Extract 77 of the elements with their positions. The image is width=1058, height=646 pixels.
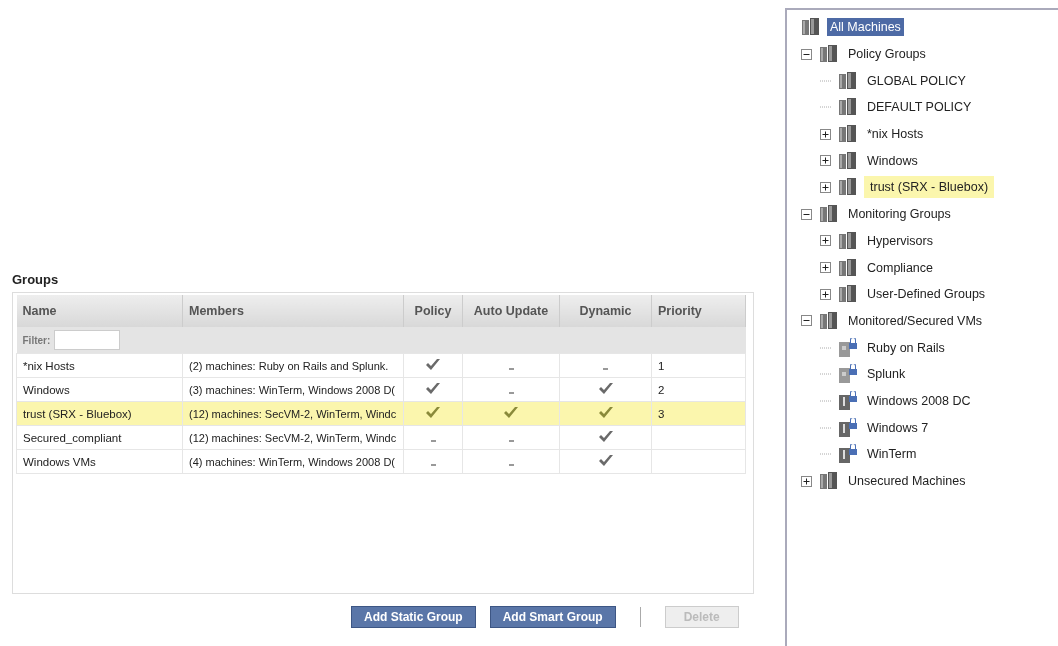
server-group-icon [801, 17, 821, 38]
table-cell: (12) machines: SecVM-2, WinTerm, Windc [182, 425, 404, 450]
locked-machine-icon [838, 337, 858, 358]
expander-icon[interactable] [820, 235, 831, 247]
server-group-icon [838, 257, 858, 278]
table-cell: trust (SRX - Bluebox) [16, 401, 183, 426]
tree-line [820, 453, 832, 456]
section-title: Groups [12, 272, 60, 289]
locked-machine-icon [838, 390, 858, 411]
expander-icon[interactable] [820, 128, 831, 140]
expander-icon[interactable] [801, 315, 812, 327]
table-cell: (2) machines: Ruby on Rails and Splunk. [182, 353, 404, 378]
tree-item[interactable]: GLOBAL POLICY [864, 71, 969, 90]
expander-icon[interactable] [820, 155, 831, 167]
expander-icon[interactable] [820, 288, 831, 300]
expander-icon[interactable] [820, 262, 831, 274]
table-cell: 2 [658, 383, 665, 396]
tree-line [820, 426, 832, 429]
table-cell: Secured_compliant [16, 425, 183, 450]
table-cell: (3) machines: WinTerm, Windows 2008 D( [182, 377, 404, 402]
tree-item[interactable]: Monitored/Secured VMs [845, 311, 986, 330]
tree-line [820, 399, 832, 402]
table-cell: *nix Hosts [16, 353, 183, 378]
tree-item[interactable]: trust (SRX - Bluebox) [864, 176, 995, 199]
locked-machine-icon [838, 417, 858, 438]
tree-line [820, 79, 832, 82]
tree-item[interactable]: Ruby on Rails [864, 338, 948, 357]
expander-icon[interactable] [801, 48, 812, 60]
server-group-icon [838, 124, 858, 145]
tree-item[interactable]: Monitoring Groups [845, 205, 954, 224]
table-cell: Windows VMs [16, 449, 183, 474]
tree-item[interactable]: *nix Hosts [864, 125, 927, 144]
expander-icon[interactable] [820, 181, 831, 193]
expander-icon[interactable] [801, 475, 812, 487]
tree-item[interactable]: Splunk [864, 365, 909, 384]
column-header[interactable]: Auto Update [462, 295, 560, 327]
column-header[interactable]: Dynamic [559, 295, 652, 327]
table-cell: 1 [658, 359, 665, 372]
filter-field[interactable] [54, 330, 121, 350]
server-group-icon [838, 230, 858, 251]
tree-item[interactable]: All Machines [827, 18, 904, 37]
server-group-icon [819, 204, 839, 225]
tree-item[interactable]: User-Defined Groups [864, 285, 989, 304]
tree-line [820, 373, 832, 376]
tree-item[interactable]: Windows [864, 151, 921, 170]
action-button[interactable]: Add Smart Group [489, 606, 616, 628]
filter-label: Filter: [22, 334, 51, 346]
table-cell: (12) machines: SecVM-2, WinTerm, Windc [182, 401, 404, 426]
tree-item[interactable]: WinTerm [864, 445, 920, 464]
column-header[interactable]: Priority [651, 295, 746, 327]
table-cell: 3 [658, 407, 665, 420]
server-group-icon [819, 44, 839, 65]
server-group-icon [838, 70, 858, 91]
tree-item[interactable]: DEFAULT POLICY [864, 98, 975, 117]
column-header[interactable]: Name [16, 295, 183, 327]
server-group-icon [838, 177, 858, 198]
server-group-icon [838, 284, 858, 305]
column-header[interactable]: Members [182, 295, 404, 327]
column-header[interactable]: Policy [403, 295, 463, 327]
tree-item[interactable]: Unsecured Machines [845, 472, 969, 491]
table-cell: (4) machines: WinTerm, Windows 2008 D( [182, 449, 404, 474]
tree-item[interactable]: Hypervisors [864, 231, 936, 250]
locked-machine-icon [838, 364, 858, 385]
tree-item[interactable]: Windows 7 [864, 418, 932, 437]
tree-item[interactable]: Compliance [864, 258, 936, 277]
tree-item[interactable]: Windows 2008 DC [864, 391, 974, 410]
table-cell: Windows [16, 377, 183, 402]
server-group-icon [838, 150, 858, 171]
action-button[interactable]: Add Static Group [351, 606, 476, 628]
server-group-icon [838, 97, 858, 118]
locked-machine-icon [838, 444, 858, 465]
expander-icon[interactable] [801, 208, 812, 220]
tree-line [820, 106, 832, 109]
tree-item[interactable]: Policy Groups [845, 45, 929, 64]
server-group-icon [819, 310, 839, 331]
server-group-icon [819, 471, 839, 492]
tree-line [820, 346, 832, 349]
